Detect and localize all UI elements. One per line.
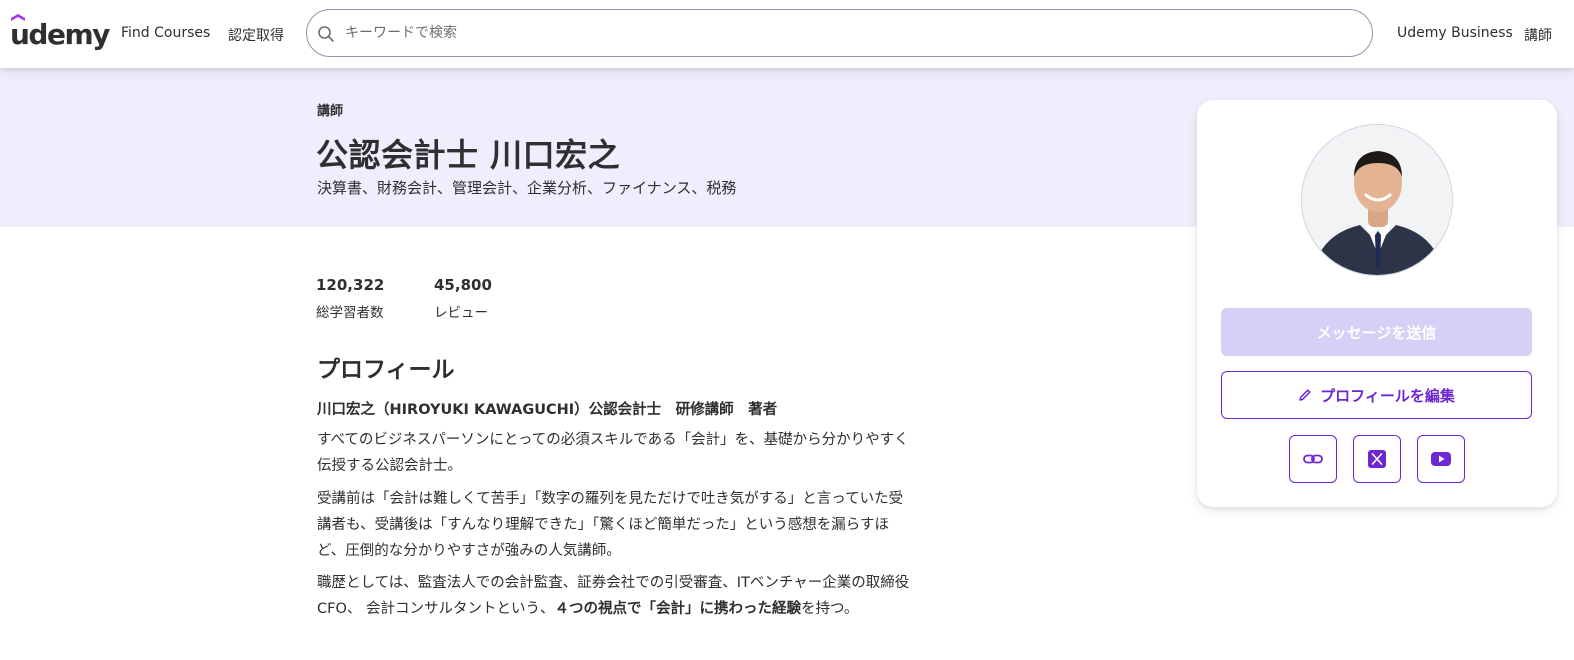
instructor-headline: 決算書、財務会計、管理会計、企業分析、ファイナンス、税務 — [317, 179, 737, 197]
social-link-button[interactable] — [1289, 435, 1337, 483]
person-photo-icon — [1302, 125, 1452, 275]
bio-paragraph: 職歴としては、監査法人での会計監査、証券会社での引受審査、ITベンチャー企業の取… — [317, 570, 917, 622]
social-youtube-button[interactable] — [1417, 435, 1465, 483]
top-header: udemy Find Courses 認定取得 Udemy Business 講… — [0, 0, 1574, 68]
search-bar[interactable] — [306, 9, 1373, 57]
send-message-button[interactable]: メッセージを送信 — [1221, 308, 1532, 356]
instructor-name: 公認会計士 川口宏之 — [316, 136, 621, 174]
x-icon — [1368, 450, 1386, 468]
edit-profile-label: プロフィールを編集 — [1320, 386, 1455, 405]
pencil-icon — [1299, 389, 1311, 401]
logo-text: udemy — [10, 18, 110, 51]
stat-students-label: 総学習者数 — [316, 305, 384, 321]
udemy-logo[interactable]: udemy — [10, 14, 110, 54]
stat-reviews: 45,800 レビュー — [434, 276, 492, 321]
edit-profile-button[interactable]: プロフィールを編集 — [1221, 371, 1532, 419]
search-icon[interactable] — [317, 25, 335, 43]
bio-emphasis: ４つの視点で「会計」に携わった経験 — [554, 601, 802, 617]
instructor-avatar — [1301, 124, 1453, 276]
bio-lead: 川口宏之（HIROYUKI KAWAGUCHI）公認会計士 研修講師 著者 — [317, 402, 778, 418]
youtube-icon — [1431, 452, 1451, 466]
stat-students-value: 120,322 — [316, 276, 385, 294]
stat-students: 120,322 総学習者数 — [316, 276, 384, 321]
nav-udemy-business[interactable]: Udemy Business — [1397, 25, 1513, 41]
stat-reviews-value: 45,800 — [434, 276, 492, 294]
nav-find-courses[interactable]: Find Courses — [121, 25, 210, 41]
nav-certification[interactable]: 認定取得 — [228, 25, 284, 45]
bio-paragraph: すべてのビジネスパーソンにとっての必須スキルである「会計」を、基礎から分かりやす… — [317, 432, 909, 474]
profile-eyebrow: 講師 — [317, 104, 344, 119]
bio-text: を持つ。 — [801, 601, 859, 617]
stat-reviews-label: レビュー — [434, 305, 488, 321]
search-input[interactable] — [345, 22, 1345, 44]
nav-instructor[interactable]: 講師 — [1524, 25, 1552, 45]
profile-section-title: プロフィール — [317, 357, 455, 383]
profile-card: メッセージを送信 プロフィールを編集 — [1197, 100, 1557, 507]
bio-paragraph: 受講前は「会計は難しくて苦手」「数字の羅列を見ただけで吐き気がする」と言っていた… — [317, 491, 904, 559]
link-icon — [1303, 454, 1323, 464]
social-x-button[interactable] — [1353, 435, 1401, 483]
